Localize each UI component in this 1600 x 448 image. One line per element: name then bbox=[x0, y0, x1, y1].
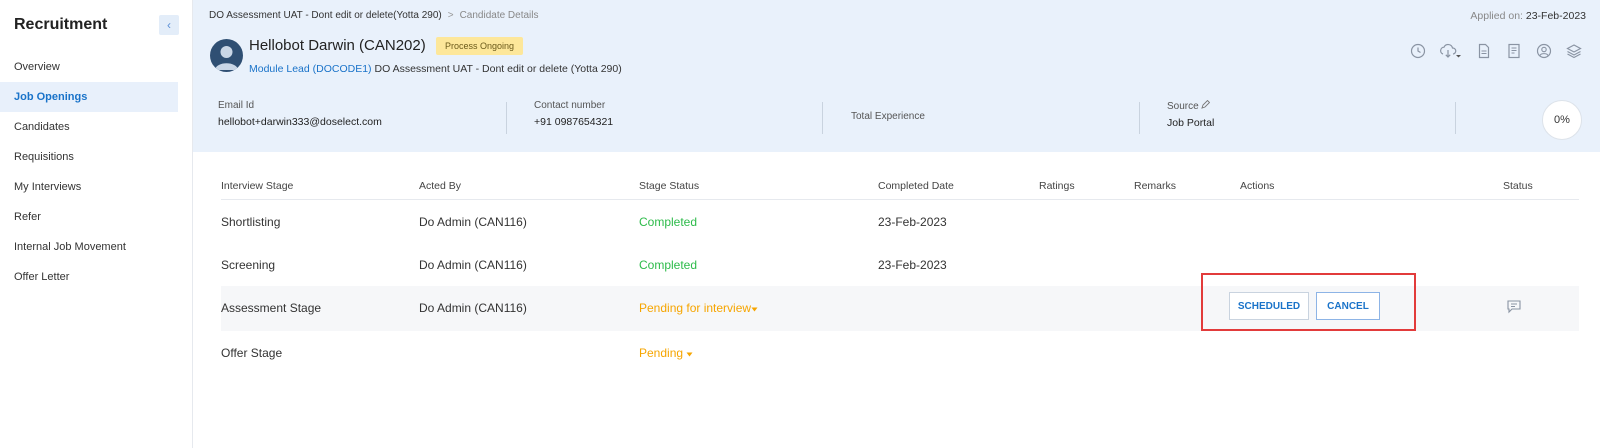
col-actions: Actions bbox=[1240, 180, 1275, 192]
collapse-sidebar-button[interactable]: ‹ bbox=[159, 15, 179, 35]
stage-status-text: Pending for interview bbox=[639, 301, 752, 315]
divider bbox=[506, 102, 507, 134]
experience-info: Total Experience bbox=[851, 111, 925, 147]
breadcrumb-job-link[interactable]: DO Assessment UAT - Dont edit or delete(… bbox=[209, 10, 442, 21]
acted-by: Do Admin (CAN116) bbox=[419, 215, 527, 229]
notes-icon[interactable] bbox=[1506, 43, 1522, 59]
sidebar: Recruitment ‹ Overview Job Openings Cand… bbox=[0, 0, 193, 448]
source-info: Source Job Portal bbox=[1167, 99, 1215, 136]
stage-status-dropdown[interactable]: Pending for interview bbox=[639, 301, 758, 315]
candidate-header: DO Assessment UAT - Dont edit or delete(… bbox=[193, 0, 1600, 152]
role-job-text: DO Assessment UAT - Dont edit or delete … bbox=[371, 63, 622, 75]
source-label: Source bbox=[1167, 101, 1199, 112]
sidebar-item-candidates[interactable]: Candidates bbox=[0, 112, 192, 142]
stage-status-text: Pending bbox=[639, 346, 684, 360]
source-value: Job Portal bbox=[1167, 117, 1215, 129]
experience-label: Total Experience bbox=[851, 111, 925, 122]
sidebar-nav: Overview Job Openings Candidates Requisi… bbox=[0, 52, 192, 292]
stage-status-dropdown[interactable]: Pending bbox=[639, 346, 693, 360]
acted-by: Do Admin (CAN116) bbox=[419, 301, 527, 315]
contact-value: +91 0987654321 bbox=[534, 116, 614, 128]
sidebar-item-internal-job-movement[interactable]: Internal Job Movement bbox=[0, 232, 192, 262]
breadcrumb: DO Assessment UAT - Dont edit or delete(… bbox=[209, 10, 539, 21]
status-badge: Process Ongoing bbox=[436, 37, 524, 55]
col-ratings: Ratings bbox=[1039, 180, 1075, 192]
sidebar-item-refer[interactable]: Refer bbox=[0, 202, 192, 232]
sidebar-item-offer-letter[interactable]: Offer Letter bbox=[0, 262, 192, 292]
col-stage-status: Stage Status bbox=[639, 180, 700, 192]
applied-on-date: 23-Feb-2023 bbox=[1525, 10, 1586, 22]
email-label: Email Id bbox=[218, 100, 255, 111]
applied-on-label: Applied on: bbox=[1470, 10, 1523, 22]
chevron-right-icon: > bbox=[447, 10, 454, 21]
stage-name: Screening bbox=[221, 258, 276, 272]
header-actions bbox=[1410, 43, 1582, 59]
download-icon[interactable] bbox=[1440, 43, 1462, 59]
email-info: Email Id hellobot+darwin333@doselect.com bbox=[218, 100, 382, 136]
profile-completion: 0% bbox=[1542, 100, 1582, 140]
col-remarks: Remarks bbox=[1134, 180, 1177, 192]
table-row: Shortlisting Do Admin (CAN116) Completed… bbox=[221, 200, 1579, 243]
sidebar-title: Recruitment bbox=[14, 16, 108, 33]
divider bbox=[1139, 102, 1140, 134]
avatar bbox=[210, 39, 243, 72]
divider bbox=[1455, 102, 1456, 134]
col-completed-date: Completed Date bbox=[878, 180, 954, 192]
sidebar-item-job-openings[interactable]: Job Openings bbox=[0, 82, 178, 112]
email-value: hellobot+darwin333@doselect.com bbox=[218, 116, 382, 128]
stage-status: Completed bbox=[639, 258, 698, 272]
user-avatar-icon bbox=[215, 46, 238, 70]
col-acted-by: Acted By bbox=[419, 180, 462, 192]
col-status: Status bbox=[1503, 180, 1533, 192]
role-line: Module Lead (DOCODE1) DO Assessment UAT … bbox=[249, 63, 622, 75]
document-icon[interactable] bbox=[1476, 43, 1492, 59]
layers-icon[interactable] bbox=[1566, 43, 1582, 59]
source-label-row: Source bbox=[1167, 99, 1214, 112]
edit-pencil-icon[interactable] bbox=[1201, 99, 1211, 112]
user-icon[interactable] bbox=[1536, 43, 1552, 59]
stage-name: Offer Stage bbox=[221, 346, 283, 360]
acted-by: Do Admin (CAN116) bbox=[419, 258, 527, 272]
contact-info: Contact number +91 0987654321 bbox=[534, 100, 613, 136]
col-interview-stage: Interview Stage bbox=[221, 180, 294, 192]
completed-date: 23-Feb-2023 bbox=[878, 258, 947, 272]
table-row: Offer Stage Pending bbox=[221, 331, 1579, 374]
history-icon[interactable] bbox=[1410, 43, 1426, 59]
highlight-box bbox=[1201, 273, 1416, 331]
divider bbox=[822, 102, 823, 134]
completed-date: 23-Feb-2023 bbox=[878, 215, 947, 229]
role-link[interactable]: Module Lead (DOCODE1) bbox=[249, 63, 372, 75]
caret-down-icon bbox=[686, 346, 693, 360]
contact-label: Contact number bbox=[534, 100, 606, 111]
table-header: Interview Stage Acted By Stage Status Co… bbox=[221, 172, 1579, 200]
candidate-info-bar: Email Id hellobot+darwin333@doselect.com… bbox=[193, 99, 1600, 140]
sidebar-item-my-interviews[interactable]: My Interviews bbox=[0, 172, 192, 202]
breadcrumb-current: Candidate Details bbox=[459, 10, 539, 21]
chevron-left-icon: ‹ bbox=[167, 18, 171, 32]
applied-on: Applied on: 23-Feb-2023 bbox=[1470, 10, 1586, 22]
sidebar-item-requisitions[interactable]: Requisitions bbox=[0, 142, 192, 172]
comment-icon[interactable] bbox=[1506, 299, 1522, 317]
stage-name: Shortlisting bbox=[221, 215, 281, 229]
stage-name: Assessment Stage bbox=[221, 301, 322, 315]
sidebar-item-overview[interactable]: Overview bbox=[0, 52, 192, 82]
stage-status: Completed bbox=[639, 215, 698, 229]
caret-down-icon bbox=[751, 301, 758, 315]
candidate-name: Hellobot Darwin (CAN202) bbox=[249, 37, 426, 54]
